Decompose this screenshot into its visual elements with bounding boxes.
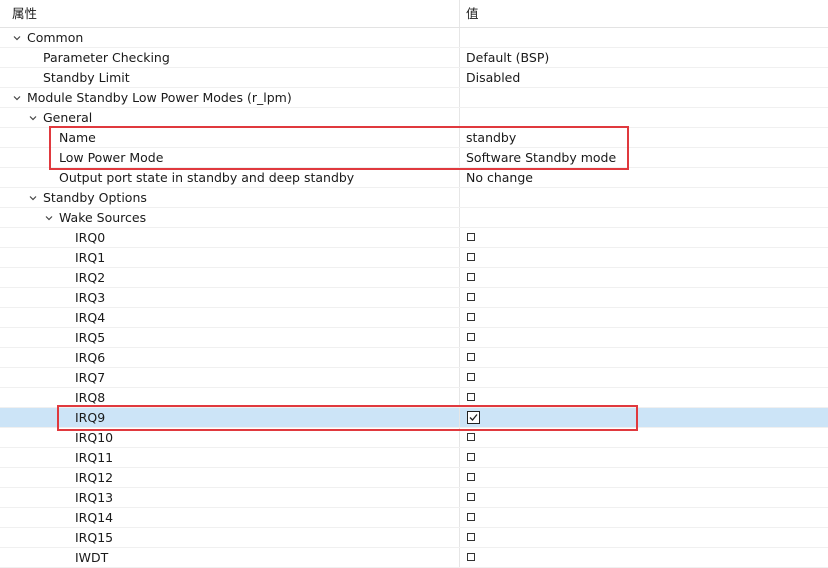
tree-label: Module Standby Low Power Modes (r_lpm) [27,90,292,105]
property-label: Parameter Checking [43,50,170,65]
wake-source-label: IRQ12 [75,470,114,485]
wake-source-row[interactable]: IRQ3 [0,288,828,308]
wake-source-label: IRQ9 [75,410,106,425]
wake-source-row[interactable]: IRQ13 [0,488,828,508]
wake-source-row[interactable]: IRQ0 [0,228,828,248]
chevron-down-icon[interactable] [43,212,55,224]
tree-label: Standby Options [43,190,147,205]
wake-source-row[interactable]: IRQ7 [0,368,828,388]
checkmark-icon [469,414,478,421]
checkbox[interactable] [467,353,475,361]
tree-label: Wake Sources [59,210,147,225]
tree-row-general[interactable]: General [0,108,828,128]
checkbox[interactable] [467,253,475,261]
wake-source-row[interactable]: IRQ11 [0,448,828,468]
wake-source-label: IRQ8 [75,390,106,405]
property-label: Standby Limit [43,70,130,85]
property-column-header[interactable]: 属性 [0,0,460,27]
tree-label: General [43,110,93,125]
wake-source-row[interactable]: IRQ2 [0,268,828,288]
wake-source-label: IWDT [75,550,109,565]
wake-source-label: IRQ11 [75,450,114,465]
checkbox[interactable] [467,553,475,561]
tree-row-standby-options[interactable]: Standby Options [0,188,828,208]
wake-source-label: IRQ4 [75,310,106,325]
checkbox[interactable] [467,313,475,321]
chevron-down-icon[interactable] [27,112,39,124]
tree-label: Common [27,30,84,45]
chevron-down-icon[interactable] [11,92,23,104]
checkbox[interactable] [467,433,475,441]
wake-source-label: IRQ5 [75,330,106,345]
chevron-down-icon[interactable] [27,192,39,204]
wake-source-row[interactable]: IRQ12 [0,468,828,488]
checkbox[interactable] [467,453,475,461]
checkbox[interactable] [467,393,475,401]
wake-source-label: IRQ3 [75,290,106,305]
property-row-output-port-state[interactable]: Output port state in standby and deep st… [0,168,828,188]
property-row-name[interactable]: Name standby [0,128,828,148]
checkbox-checked[interactable] [467,411,480,424]
wake-source-row[interactable]: IRQ5 [0,328,828,348]
wake-source-row[interactable]: IRQ1 [0,248,828,268]
wake-source-label: IRQ10 [75,430,114,445]
checkbox[interactable] [467,533,475,541]
property-row-parameter-checking[interactable]: Parameter Checking Default (BSP) [0,48,828,68]
property-value[interactable]: Disabled [466,70,520,86]
wake-source-label: IRQ7 [75,370,106,385]
property-row-standby-limit[interactable]: Standby Limit Disabled [0,68,828,88]
wake-source-label: IRQ15 [75,530,114,545]
tree-row-common[interactable]: Common [0,28,828,48]
chevron-down-icon[interactable] [11,32,23,44]
value-column-label: 值 [466,6,479,21]
wake-source-row[interactable]: IRQ10 [0,428,828,448]
checkbox[interactable] [467,493,475,501]
wake-source-label: IRQ6 [75,350,106,365]
properties-grid: 属性 值 Common Parameter Checking Default (… [0,0,828,568]
checkbox[interactable] [467,473,475,481]
property-label: Low Power Mode [59,150,164,165]
value-column-header[interactable]: 值 [466,0,828,27]
wake-source-row[interactable]: IRQ9 [0,408,828,428]
wake-sources-list: IRQ0 IRQ1 IRQ2 IRQ3 IRQ4 IRQ5 IRQ6 IRQ7 IRQ8 IRQ9… [0,228,828,568]
checkbox[interactable] [467,293,475,301]
wake-source-row[interactable]: IRQ6 [0,348,828,368]
property-label: Output port state in standby and deep st… [59,170,355,185]
wake-source-label: IRQ1 [75,250,106,265]
grid-header: 属性 值 [0,0,828,28]
tree-row-wake-sources[interactable]: Wake Sources [0,208,828,228]
tree-row-module[interactable]: Module Standby Low Power Modes (r_lpm) [0,88,828,108]
wake-source-label: IRQ13 [75,490,114,505]
wake-source-row[interactable]: IWDT [0,548,828,568]
checkbox[interactable] [467,233,475,241]
wake-source-row[interactable]: IRQ8 [0,388,828,408]
wake-source-row[interactable]: IRQ15 [0,528,828,548]
property-value[interactable]: Default (BSP) [466,50,549,66]
property-value[interactable]: standby [466,130,516,146]
property-column-label: 属性 [12,6,38,21]
wake-source-label: IRQ2 [75,270,106,285]
wake-source-label: IRQ14 [75,510,114,525]
property-value[interactable]: No change [466,170,533,186]
property-row-low-power-mode[interactable]: Low Power Mode Software Standby mode [0,148,828,168]
wake-source-row[interactable]: IRQ4 [0,308,828,328]
wake-source-row[interactable]: IRQ14 [0,508,828,528]
property-label: Name [59,130,96,145]
checkbox[interactable] [467,513,475,521]
wake-source-label: IRQ0 [75,230,106,245]
checkbox[interactable] [467,373,475,381]
checkbox[interactable] [467,273,475,281]
checkbox[interactable] [467,333,475,341]
property-value[interactable]: Software Standby mode [466,150,616,166]
